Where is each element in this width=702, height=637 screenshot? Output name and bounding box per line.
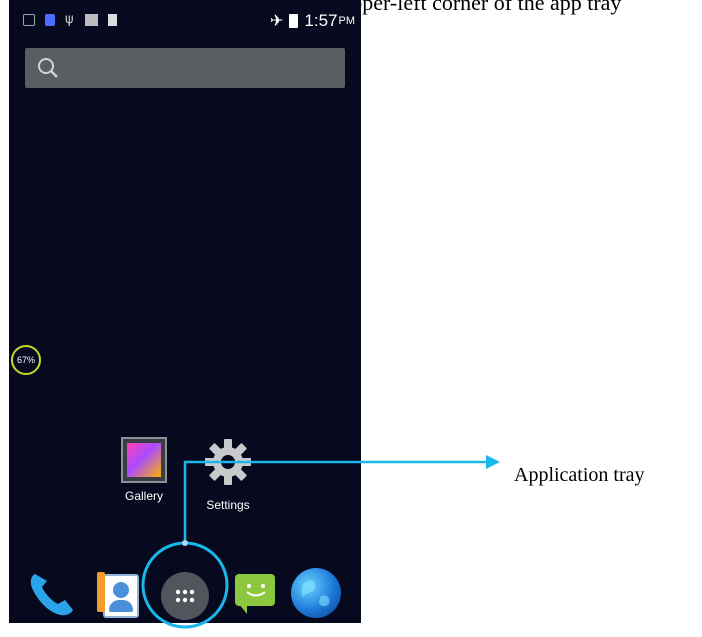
callout-line <box>183 460 488 543</box>
callout-anchor-dot <box>182 540 188 546</box>
callout-graphics <box>141 455 500 629</box>
app-tray-highlight-ring <box>141 541 229 629</box>
callout-arrowhead <box>486 455 500 469</box>
callout-label: Application tray <box>514 464 645 486</box>
